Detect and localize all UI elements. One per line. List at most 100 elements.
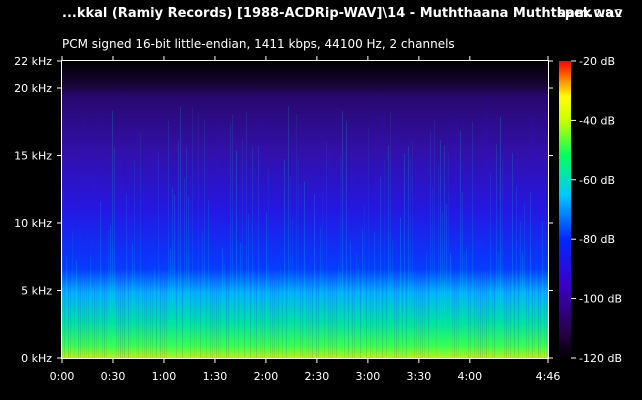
spectrogram-streak: [466, 247, 467, 358]
spectrogram-streak: [68, 201, 69, 358]
spectrogram-streak: [428, 185, 429, 358]
spectrogram-streak: [134, 161, 135, 358]
spectrogram-streak: [302, 259, 303, 358]
spectrogram-streak: [200, 205, 201, 358]
spectrogram-streak: [80, 238, 81, 358]
spectrogram-streak: [508, 175, 509, 358]
spectrogram-streak: [352, 172, 353, 358]
spectrogram-streak: [168, 120, 169, 359]
spectrogram-streak: [226, 212, 227, 358]
spectrogram-streak: [516, 186, 517, 358]
spectrogram-streak: [506, 174, 507, 358]
spectrogram-streak: [398, 113, 399, 358]
spectrogram-streak: [272, 218, 273, 358]
level-tick-label: -60 dB: [579, 174, 615, 187]
spectrogram-streak: [540, 145, 541, 358]
spectrogram-streak: [376, 249, 377, 358]
spectrogram-streak: [120, 148, 121, 358]
spectrogram-streak: [252, 147, 253, 358]
spectrogram-streak: [150, 166, 151, 358]
spectrogram-streak: [72, 230, 73, 358]
spectrogram-streak: [310, 250, 311, 358]
spectrogram-streak: [124, 196, 125, 358]
spectrogram-streak: [162, 255, 163, 358]
spectrogram-streak: [362, 229, 363, 358]
spectrogram-streak: [214, 214, 215, 358]
spectrogram-streak: [108, 230, 109, 358]
spectrogram-streak: [176, 200, 177, 358]
spectrogram-streak: [288, 106, 289, 358]
spectrogram-streak: [314, 193, 315, 358]
spectrogram-streak: [388, 144, 389, 358]
spectrogram-streak: [530, 192, 531, 358]
spectrogram-streak: [364, 204, 365, 358]
spectrogram-streak: [360, 228, 361, 358]
spectrogram-streak: [384, 160, 385, 358]
spectrogram-streak: [86, 179, 87, 358]
spectrogram-streak: [328, 149, 329, 358]
spectrogram-streak: [392, 240, 393, 358]
frequency-tick-label: 22 kHz: [14, 55, 52, 68]
spectrogram-streak: [372, 105, 373, 359]
spectrogram-streak: [424, 240, 425, 358]
spectrogram-streak: [472, 121, 473, 358]
spectrogram-streak: [454, 140, 455, 358]
spectrogram-streak: [418, 229, 419, 358]
spectrogram-streak: [324, 187, 325, 358]
spectrogram-streak: [268, 168, 269, 358]
spectrogram-streak: [110, 224, 111, 358]
spectrogram-streak: [88, 142, 89, 358]
spectrogram-streak: [174, 194, 175, 358]
spectrogram-streak: [456, 118, 457, 358]
spectrogram-streak: [284, 159, 285, 358]
spectrogram-streak: [482, 210, 483, 358]
spectrogram-streak: [440, 140, 441, 358]
spectrogram-streak: [244, 173, 245, 358]
spectrogram-streak: [478, 203, 479, 358]
spectrogram-streak: [406, 177, 407, 358]
spectrogram-streak: [448, 153, 449, 358]
spectrogram-streak: [446, 204, 447, 358]
spectrogram-streak: [296, 113, 297, 358]
spectrogram-streak: [220, 232, 221, 358]
spectrogram-streak: [536, 266, 537, 358]
spectrogram-streak: [146, 231, 147, 358]
time-tick-label: 1:00: [152, 370, 177, 383]
spectrogram-streak: [378, 253, 379, 358]
level-tick-label: -100 dB: [579, 293, 622, 306]
spectrogram-streak: [204, 120, 205, 358]
spectrogram-streak: [164, 219, 165, 358]
time-tick-label: 3:00: [356, 370, 381, 383]
spectrogram-streak: [100, 201, 101, 358]
spectrogram-streak: [432, 187, 433, 358]
spectrogram-streak: [278, 268, 279, 358]
spectrogram-streak: [140, 133, 141, 358]
spectrogram-streak: [358, 268, 359, 358]
spectrogram-streak: [434, 120, 435, 358]
spectrogram-streak: [184, 178, 185, 358]
spectrogram-streak: [216, 147, 217, 358]
spectrogram-streak: [444, 146, 445, 358]
spectrogram-streak: [356, 254, 357, 358]
spectrogram-streak: [136, 133, 137, 358]
time-tick-label: 3:30: [407, 370, 432, 383]
spectrogram-streak: [374, 231, 375, 358]
spectrogram-streak: [436, 190, 437, 358]
spectrogram-streak: [370, 265, 371, 358]
spectrogram-streak: [290, 175, 291, 358]
level-tick-label: -120 dB: [579, 352, 622, 365]
spectrogram-streak: [344, 231, 345, 358]
spectrogram-streak: [194, 158, 195, 358]
spectrogram-streak: [256, 245, 257, 358]
spectrogram-streak: [496, 144, 497, 358]
spectrogram-streak: [474, 144, 475, 358]
spectrogram-streak: [326, 141, 327, 358]
spectrogram-streak: [232, 114, 233, 358]
spectrogram-streak: [338, 266, 339, 358]
spectrogram-streak: [500, 116, 501, 358]
spectrogram-streak: [156, 148, 157, 358]
spectrogram-streak: [158, 151, 159, 358]
spectrogram-streak: [234, 254, 235, 358]
spectrogram-chart: 0 kHz 5 kHz 10 kHz 15 kHz 20 kHz 22 kHz 0:00 0…: [14, 55, 622, 383]
spectrogram-streak: [160, 210, 161, 358]
